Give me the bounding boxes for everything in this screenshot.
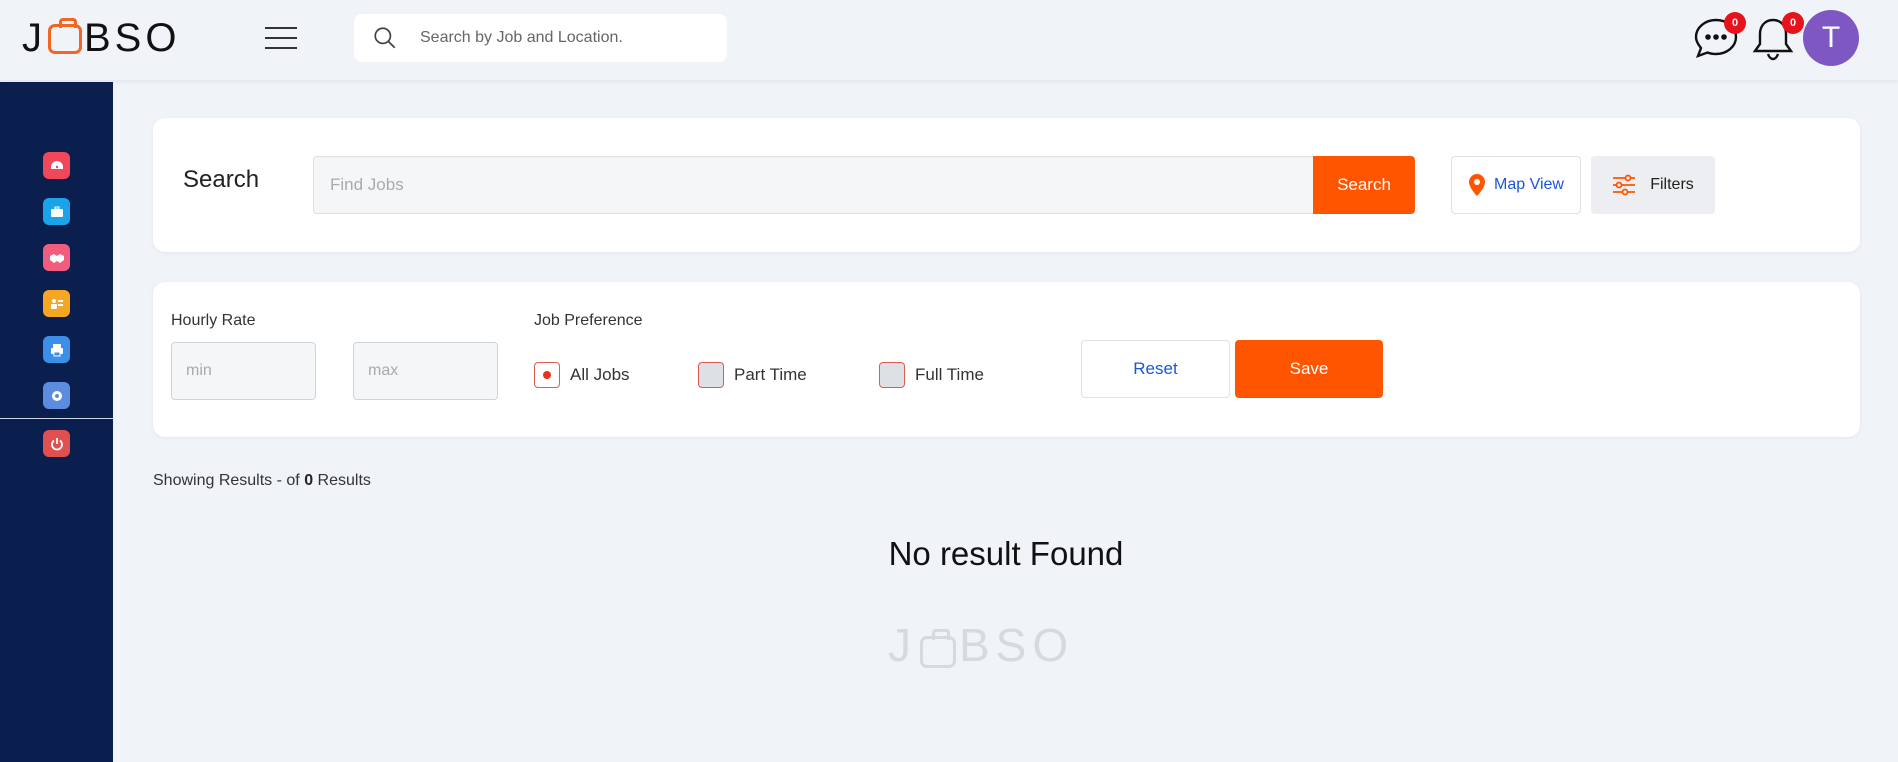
global-search-box xyxy=(354,14,727,62)
min-rate-input[interactable] xyxy=(171,342,316,400)
briefcase-icon xyxy=(50,206,63,217)
messages-badge: 0 xyxy=(1724,12,1746,34)
sidebar-item-print[interactable] xyxy=(43,336,70,363)
map-view-label: Map View xyxy=(1494,176,1564,193)
no-result-message: No result Found xyxy=(888,535,1124,572)
sidebar-item-contracts[interactable] xyxy=(43,244,70,271)
option-full-time[interactable]: Full Time xyxy=(879,362,984,388)
sidebar-item-logout[interactable] xyxy=(43,430,70,457)
filters-card: Hourly Rate Job Preference All Jobs Part… xyxy=(153,282,1860,437)
job-search-card: Search Search Map View Filters xyxy=(153,118,1860,252)
sidebar-item-jobs[interactable] xyxy=(43,198,70,225)
briefcase-logo-icon xyxy=(48,18,82,54)
sidebar xyxy=(0,82,113,762)
faded-logo-suffix: BSO xyxy=(959,619,1075,671)
find-jobs-input[interactable] xyxy=(313,156,1313,214)
empty-state-logo: J BSO xyxy=(888,618,1074,672)
printer-icon xyxy=(50,343,63,356)
sidebar-item-settings[interactable] xyxy=(43,382,70,409)
reset-button[interactable]: Reset xyxy=(1081,340,1230,398)
part-time-label: Part Time xyxy=(734,365,807,384)
part-time-checkbox[interactable] xyxy=(698,362,724,388)
logo-prefix: J xyxy=(22,16,46,60)
search-button[interactable]: Search xyxy=(1313,156,1415,214)
search-icon xyxy=(374,27,396,49)
all-jobs-checkbox[interactable] xyxy=(534,362,560,388)
messages-button[interactable]: 0 xyxy=(1692,12,1746,64)
notifications-badge: 0 xyxy=(1782,12,1804,34)
top-bar: J BSO 0 0 T xyxy=(0,0,1898,80)
settings-icon xyxy=(51,390,62,401)
filters-button[interactable]: Filters xyxy=(1591,156,1715,214)
results-prefix: Showing Results - of xyxy=(153,472,305,489)
all-jobs-label: All Jobs xyxy=(570,365,630,384)
faded-logo-prefix: J xyxy=(888,619,917,671)
map-view-button[interactable]: Map View xyxy=(1451,156,1581,214)
notifications-button[interactable]: 0 xyxy=(1750,12,1804,64)
results-suffix: Results xyxy=(313,472,371,489)
hourly-rate-label: Hourly Rate xyxy=(171,312,256,329)
power-icon xyxy=(50,437,63,450)
search-title: Search xyxy=(183,166,260,193)
sliders-icon xyxy=(1613,174,1636,196)
option-all-jobs[interactable]: All Jobs xyxy=(534,362,630,388)
sidebar-item-dashboard[interactable] xyxy=(43,152,70,179)
option-part-time[interactable]: Part Time xyxy=(698,362,807,388)
sidebar-divider xyxy=(0,418,113,419)
menu-toggle-icon[interactable] xyxy=(265,27,297,49)
filters-label: Filters xyxy=(1650,176,1694,193)
jobso-logo[interactable]: J BSO xyxy=(22,16,181,60)
global-search-input[interactable] xyxy=(420,29,710,47)
sidebar-item-people[interactable] xyxy=(43,290,70,317)
save-button[interactable]: Save xyxy=(1235,340,1383,398)
full-time-label: Full Time xyxy=(915,365,984,384)
full-time-checkbox[interactable] xyxy=(879,362,905,388)
handshake-icon xyxy=(49,253,64,263)
briefcase-logo-icon xyxy=(920,629,956,668)
job-preference-label: Job Preference xyxy=(534,312,643,329)
results-summary: Showing Results - of 0 Results xyxy=(153,472,371,490)
max-rate-input[interactable] xyxy=(353,342,498,400)
logo-suffix: BSO xyxy=(84,16,181,60)
people-icon xyxy=(50,298,63,309)
dashboard-icon xyxy=(50,160,63,169)
map-pin-icon xyxy=(1469,174,1486,196)
results-count: 0 xyxy=(304,472,314,489)
user-avatar[interactable]: T xyxy=(1803,10,1859,66)
